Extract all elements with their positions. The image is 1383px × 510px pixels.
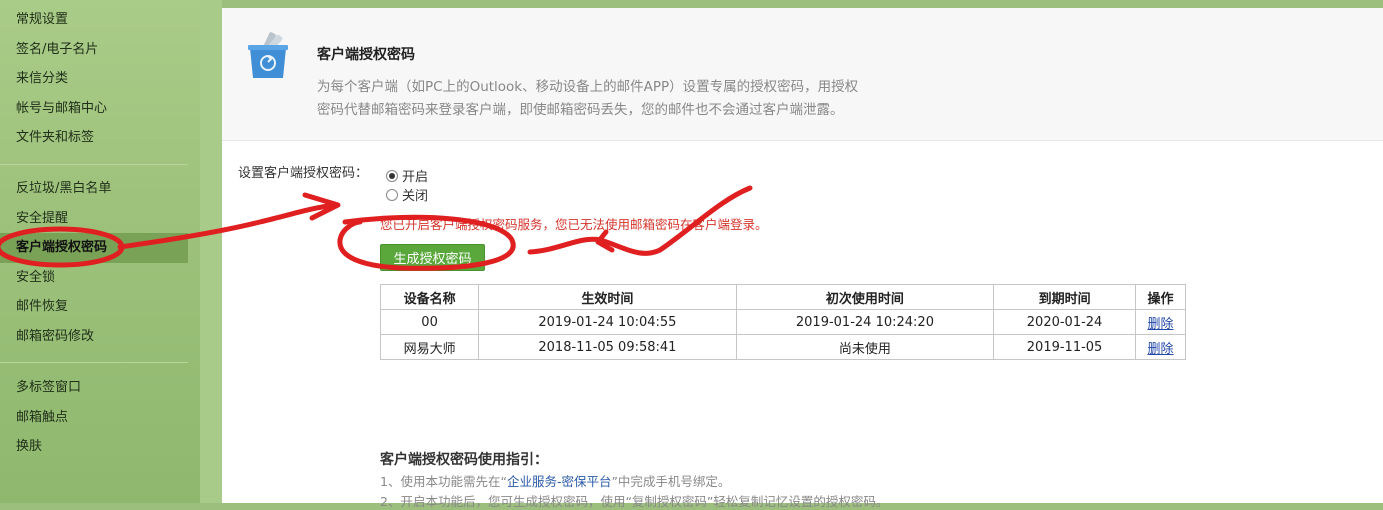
sidebar-item-skin[interactable]: 换肤 [0,432,188,462]
delete-link[interactable]: 删除 [1147,317,1173,332]
sidebar-item-client-auth-password[interactable]: 客户端授权密码 [0,233,188,263]
sidebar-item-mail-filter[interactable]: 来信分类 [0,64,188,94]
device-name-cell: 00 [379,309,480,335]
guide-text: 1、使用本功能需先在“ [380,474,507,489]
sidebar-item-account-center[interactable]: 帐号与邮箱中心 [0,94,188,124]
enterprise-security-platform-link[interactable]: 企业服务-密保平台 [507,474,612,489]
delete-link[interactable]: 删除 [1147,342,1173,357]
column-header-device-name: 设备名称 [379,284,480,310]
expiry-time-cell: 2019-11-05 [993,334,1136,360]
table-header-row: 设备名称 生效时间 初次使用时间 到期时间 操作 [379,284,1187,310]
sidebar-divider [0,164,188,165]
device-table: 设备名称 生效时间 初次使用时间 到期时间 操作 00 2019-01-24 1… [379,284,1187,360]
sidebar-item-antispam[interactable]: 反垃圾/黑白名单 [0,174,188,204]
sidebar-item-password-change[interactable]: 邮箱密码修改 [0,322,188,352]
auth-enabled-warning: 您已开启客户端授权密码服务，您已无法使用邮箱密码在客户端登录。 [380,217,768,232]
page-header: 客户端授权密码 为每个客户端（如PC上的Outlook、移动设备上的邮件APP）… [222,8,1383,141]
content-panel: 客户端授权密码 为每个客户端（如PC上的Outlook、移动设备上的邮件APP）… [222,8,1383,509]
sidebar-item-security-lock[interactable]: 安全锁 [0,263,188,293]
sidebar-item-signature[interactable]: 签名/电子名片 [0,35,188,65]
action-cell: 删除 [1134,309,1187,335]
generate-auth-password-button[interactable]: 生成授权密码 [380,244,485,271]
first-use-time-cell: 2019-01-24 10:24:20 [735,309,995,335]
sidebar-item-mail-touchpoint[interactable]: 邮箱触点 [0,403,188,433]
usage-guide-line: 1、使用本功能需先在“企业服务-密保平台”中完成手机号绑定。 [380,471,730,490]
sidebar-divider [0,362,188,363]
column-header-expiry-time: 到期时间 [993,284,1136,310]
table-row: 00 2019-01-24 10:04:55 2019-01-24 10:24:… [379,309,1187,335]
guide-text: ”中完成手机号绑定。 [611,474,731,489]
sidebar-group-general: 常规设置 签名/电子名片 来信分类 帐号与邮箱中心 文件夹和标签 [0,5,188,153]
sidebar-item-mail-recovery[interactable]: 邮件恢复 [0,292,188,322]
page-title: 客户端授权密码 [317,47,415,63]
column-header-effective-time: 生效时间 [478,284,737,310]
effective-time-cell: 2019-01-24 10:04:55 [478,309,737,335]
page-description: 为每个客户端（如PC上的Outlook、移动设备上的邮件APP）设置专属的授权密… [317,76,917,122]
sidebar-item-general-settings[interactable]: 常规设置 [0,5,188,35]
table-row: 网易大师 2018-11-05 09:58:41 尚未使用 2019-11-05… [379,334,1187,360]
action-cell: 删除 [1134,334,1187,360]
usage-guide-title: 客户端授权密码使用指引： [380,452,548,468]
auth-password-setting-label: 设置客户端授权密码： [238,166,369,181]
page-description-line: 为每个客户端（如PC上的Outlook、移动设备上的邮件APP）设置专属的授权密… [317,79,859,95]
sidebar-group-security: 反垃圾/黑白名单 安全提醒 客户端授权密码 安全锁 邮件恢复 邮箱密码修改 [0,174,188,351]
column-header-first-use-time: 初次使用时间 [735,284,995,310]
radio-button-on[interactable] [386,169,398,182]
radio-label-off: 关闭 [402,189,429,204]
page-description-line: 密码代替邮箱密码来登录客户端，即使邮箱密码丢失，您的邮件也不会通过客户端泄露。 [317,102,844,118]
first-use-time-cell: 尚未使用 [735,334,995,360]
radio-button-off[interactable] [386,188,398,201]
radio-option-on[interactable]: 开启 [386,166,428,185]
sidebar-item-folders-labels[interactable]: 文件夹和标签 [0,123,188,153]
device-name-cell: 网易大师 [379,334,480,360]
radio-label-on: 开启 [402,170,429,185]
radio-option-off[interactable]: 关闭 [386,185,428,204]
sidebar-content-gutter [200,0,222,503]
expiry-time-cell: 2020-01-24 [993,309,1136,335]
sidebar-item-security-alert[interactable]: 安全提醒 [0,204,188,234]
settings-sidebar: 常规设置 签名/电子名片 来信分类 帐号与邮箱中心 文件夹和标签 反垃圾/黑白名… [0,0,200,503]
column-header-action: 操作 [1134,284,1187,310]
effective-time-cell: 2018-11-05 09:58:41 [478,334,737,360]
recycle-bin-icon [246,30,290,80]
usage-guide-line: 2、开启本功能后，您可生成授权密码，使用“复制授权密码”轻松复制记忆设置的授权密… [380,494,889,509]
sidebar-group-misc: 多标签窗口 邮箱触点 换肤 [0,373,188,462]
sidebar-item-multi-tab[interactable]: 多标签窗口 [0,373,188,403]
